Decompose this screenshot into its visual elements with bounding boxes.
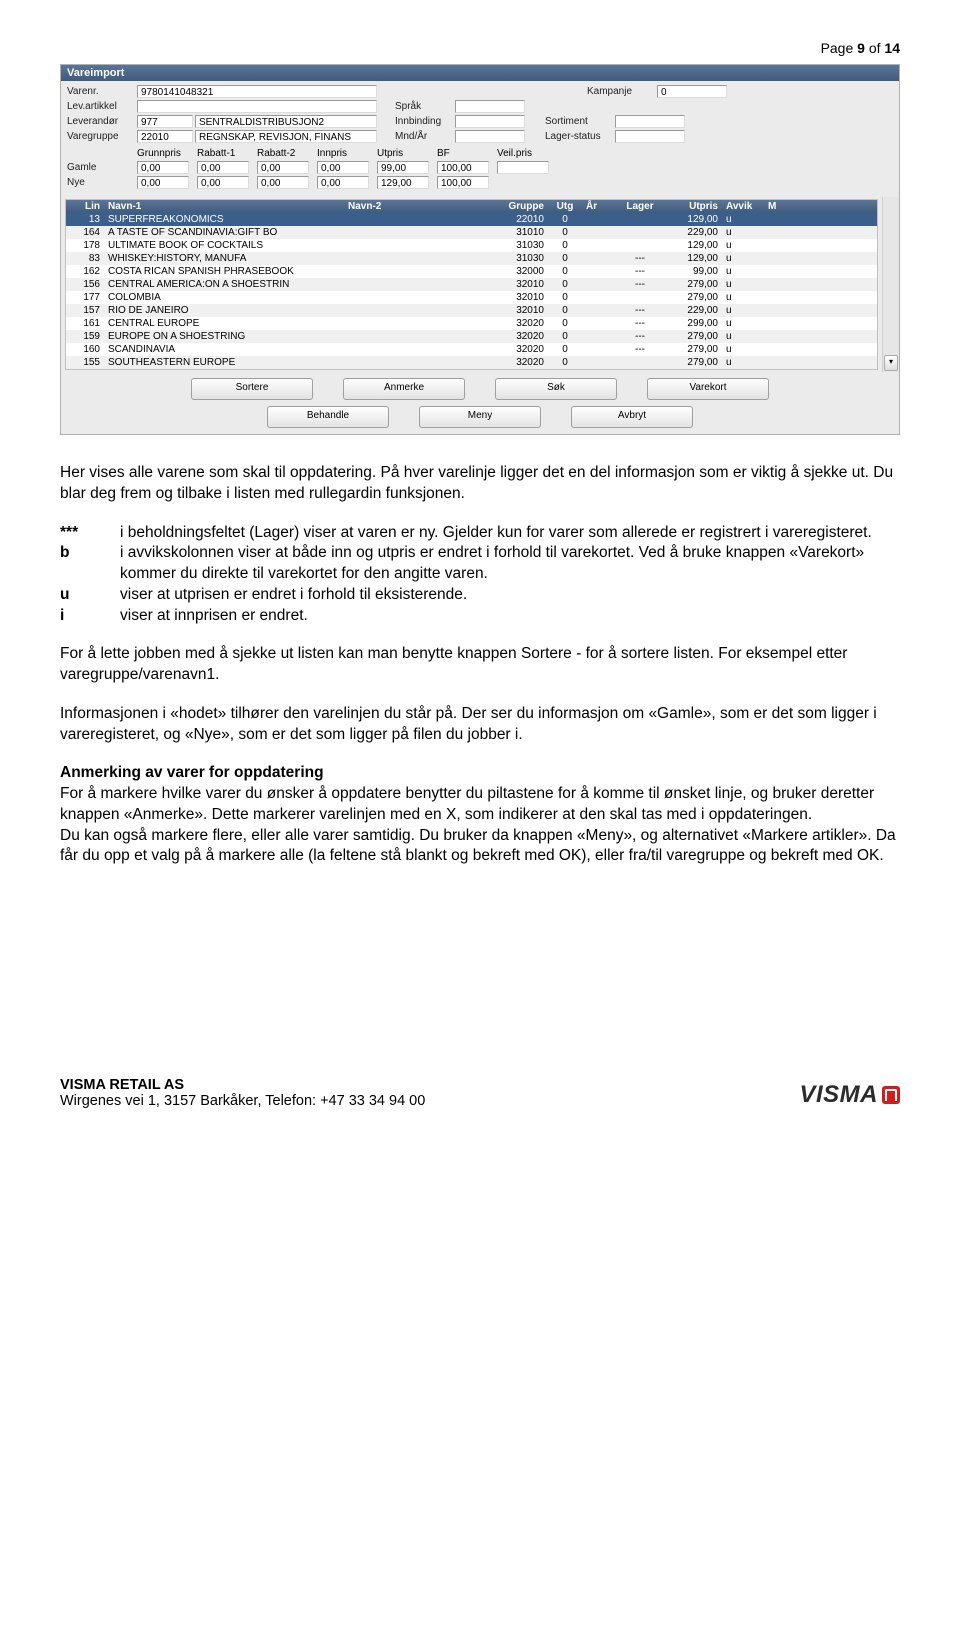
col-bf: BF [437,148,497,159]
gamle-grunnpris[interactable]: 0,00 [137,161,189,174]
definition-row: ***i beholdningsfeltet (Lager) viser at … [60,523,900,544]
definition-row: uviser at utprisen er endret i forhold t… [60,585,900,606]
col-utpris: Utpris [377,148,437,159]
gamle-label: Gamle [67,162,137,173]
innbinding-input[interactable] [455,115,525,128]
lagerstatus-input[interactable] [615,130,685,143]
item-grid[interactable]: Lin Navn-1 Navn-2 Gruppe Utg År Lager Ut… [65,199,878,370]
gamle-bf[interactable]: 100,00 [437,161,489,174]
gh-ar: År [582,200,616,213]
col-grunnpris: Grunnpris [137,148,197,159]
gh-lager: Lager [616,200,664,213]
leverandor-name-input[interactable]: SENTRALDISTRIBUSJON2 [195,115,377,128]
nye-rabatt2[interactable]: 0,00 [257,176,309,189]
mndar-input[interactable] [455,130,525,143]
definition-row: bi avvikskolonnen viser at både inn og u… [60,543,900,585]
gh-navn2: Navn-2 [344,200,494,213]
kampanje-input[interactable]: 0 [657,85,727,98]
gh-utpris: Utpris [664,200,722,213]
varegruppe-label: Varegruppe [67,131,137,142]
varegruppe-name-input[interactable]: REGNSKAP, REVISJON, FINANS [195,130,377,143]
table-row[interactable]: 155SOUTHEASTERN EUROPE320200279,00u [66,356,877,369]
col-veilpris: Veil.pris [497,148,557,159]
gh-navn1: Navn-1 [104,200,344,213]
mndar-label: Mnd/År [395,131,455,142]
table-row[interactable]: 164A TASTE OF SCANDINAVIA:GIFT BO3101002… [66,226,877,239]
gamle-innpris[interactable]: 0,00 [317,161,369,174]
table-row[interactable]: 13SUPERFREAKONOMICS220100129,00u [66,213,877,226]
visma-logo-icon [882,1086,900,1104]
table-row[interactable]: 161CENTRAL EUROPE320200---299,00u [66,317,877,330]
gh-lin: Lin [66,200,104,213]
nye-label: Nye [67,177,137,188]
levart-input[interactable] [137,100,377,113]
paragraph: Informasjonen i «hodet» tilhører den var… [60,704,900,746]
window-title: Vareimport [61,65,899,81]
company-name: VISMA RETAIL AS [60,1077,425,1093]
sortiment-input[interactable] [615,115,685,128]
sok-button[interactable]: Søk [495,378,617,400]
table-row[interactable]: 178ULTIMATE BOOK OF COCKTAILS310300129,0… [66,239,877,252]
sortere-button[interactable]: Sortere [191,378,313,400]
lagerstatus-label: Lager-status [545,131,615,142]
table-row[interactable]: 159EUROPE ON A SHOESTRING320200---279,00… [66,330,877,343]
varegruppe-code-input[interactable]: 22010 [137,130,193,143]
varenr-label: Varenr. [67,86,137,97]
nye-utpris[interactable]: 129,00 [377,176,429,189]
table-row[interactable]: 177COLOMBIA320100279,00u [66,291,877,304]
table-row[interactable]: 157RIO DE JANEIRO320100---229,00u [66,304,877,317]
avbryt-button[interactable]: Avbryt [571,406,693,428]
leverandor-label: Leverandør [67,116,137,127]
scroll-down-icon[interactable]: ▾ [884,355,898,371]
levart-label: Lev.artikkel [67,101,137,112]
col-rabatt1: Rabatt-1 [197,148,257,159]
table-row[interactable]: 162COSTA RICAN SPANISH PHRASEBOOK320000-… [66,265,877,278]
gamle-rabatt2[interactable]: 0,00 [257,161,309,174]
anmerke-button[interactable]: Anmerke [343,378,465,400]
col-rabatt2: Rabatt-2 [257,148,317,159]
gamle-rabatt1[interactable]: 0,00 [197,161,249,174]
innbinding-label: Innbinding [395,116,455,127]
gh-gruppe: Gruppe [494,200,548,213]
varekort-button[interactable]: Varekort [647,378,769,400]
sprak-input[interactable] [455,100,525,113]
col-innpris: Innpris [317,148,377,159]
nye-innpris[interactable]: 0,00 [317,176,369,189]
gh-utg: Utg [548,200,582,213]
scrollbar-vertical[interactable]: ▾ [882,197,899,372]
gh-avvik: Avvik [722,200,764,213]
footer: VISMA RETAIL AS Wirgenes vei 1, 3157 Bar… [60,1077,900,1109]
leverandor-code-input[interactable]: 977 [137,115,193,128]
gh-m: M [764,200,788,213]
meny-button[interactable]: Meny [419,406,541,428]
gamle-veilpris[interactable] [497,161,549,174]
paragraph: For å lette jobben med å sjekke ut liste… [60,644,900,686]
company-address: Wirgenes vei 1, 3157 Barkåker, Telefon: … [60,1093,425,1109]
behandle-button[interactable]: Behandle [267,406,389,428]
paragraph: Her vises alle varene som skal til oppda… [60,463,900,505]
nye-bf[interactable]: 100,00 [437,176,489,189]
section-heading: Anmerking av varer for oppdatering For å… [60,763,900,825]
nye-grunnpris[interactable]: 0,00 [137,176,189,189]
gamle-utpris[interactable]: 99,00 [377,161,429,174]
visma-logo: VISMA [799,1081,900,1109]
table-row[interactable]: 160SCANDINAVIA320200---279,00u [66,343,877,356]
app-window: Vareimport Varenr. 9780141048321 Kampanj… [60,64,900,435]
varenr-input[interactable]: 9780141048321 [137,85,377,98]
table-row[interactable]: 83WHISKEY:HISTORY, MANUFA310300---129,00… [66,252,877,265]
definition-row: iviser at innprisen er endret. [60,606,900,627]
paragraph: Du kan også markere flere, eller alle va… [60,826,900,868]
sprak-label: Språk [395,101,455,112]
kampanje-label: Kampanje [587,86,657,97]
page-indicator: Page 9 of 14 [60,40,900,56]
nye-rabatt1[interactable]: 0,00 [197,176,249,189]
table-row[interactable]: 156CENTRAL AMERICA:ON A SHOESTRIN320100-… [66,278,877,291]
sortiment-label: Sortiment [545,116,615,127]
